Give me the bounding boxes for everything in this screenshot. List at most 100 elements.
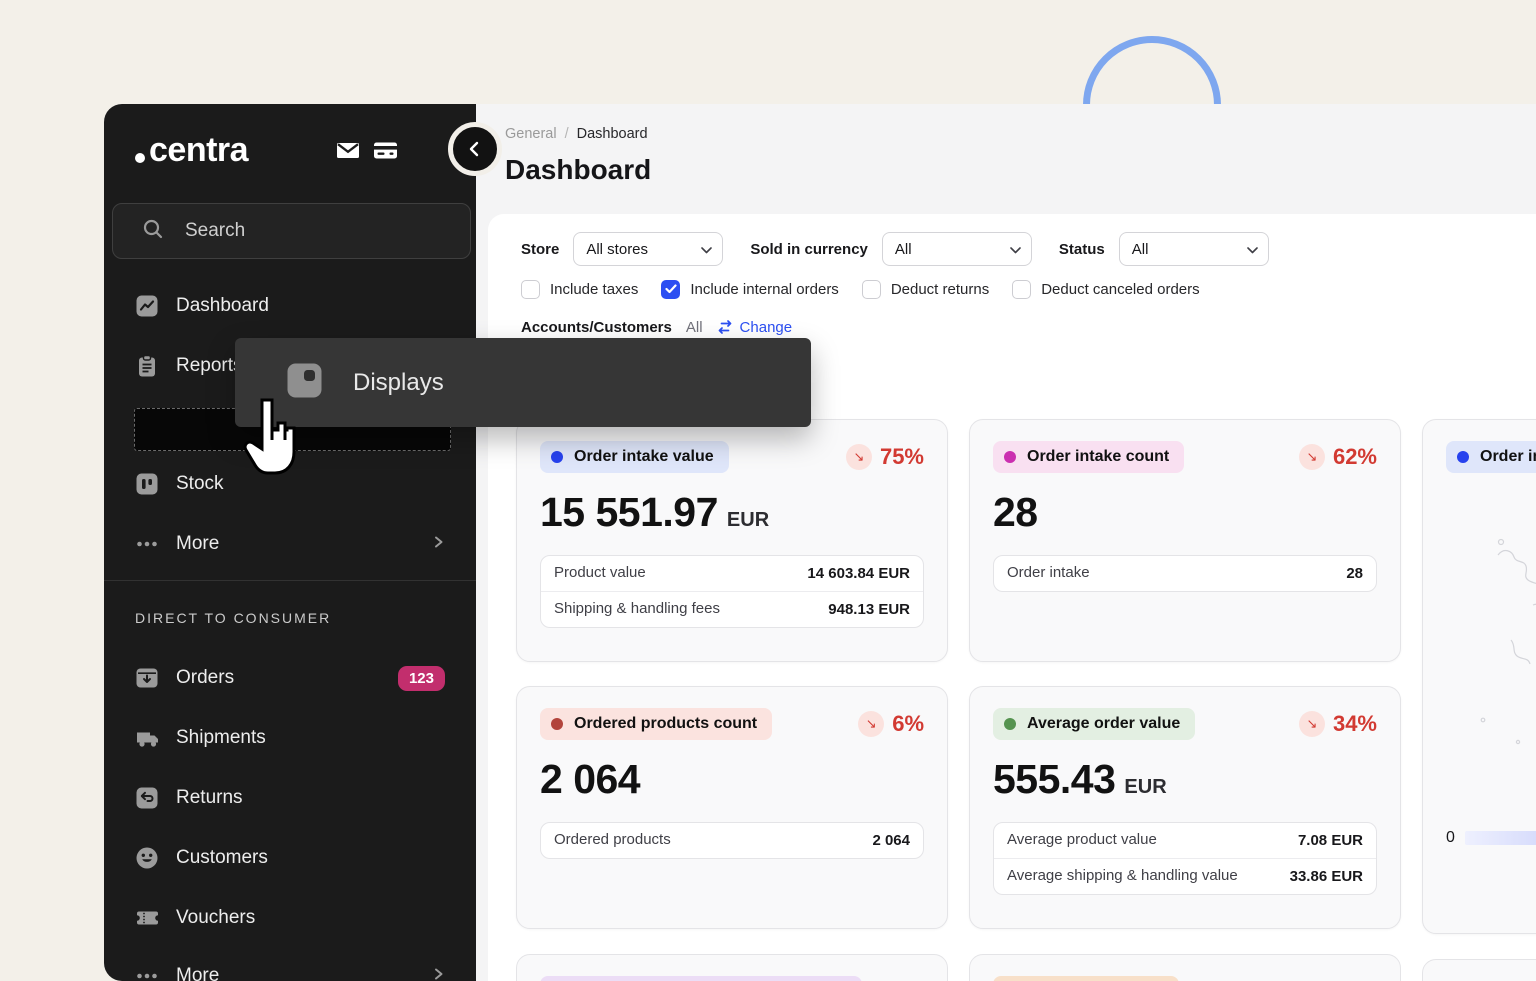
order-box-icon xyxy=(135,666,159,690)
sidebar-item-label: Orders xyxy=(176,667,234,689)
trend-down-icon: ↘ xyxy=(858,711,884,737)
delta-percent: 34% xyxy=(1333,711,1377,737)
world-map xyxy=(1423,510,1536,823)
currency-select[interactable]: All xyxy=(882,232,1032,266)
checkbox-label: Include internal orders xyxy=(690,281,838,298)
app-window: centra Search Dashboard xyxy=(104,104,1536,981)
card-ordered-products-count: Ordered products count ↘ 6% 2 064 Ordere… xyxy=(516,686,948,929)
store-select[interactable]: All stores xyxy=(573,232,723,266)
sidebar-item-dashboard[interactable]: Dashboard xyxy=(104,292,476,320)
page-title: Dashboard xyxy=(505,154,651,186)
card-order-intake-map: Order intake value xyxy=(1422,419,1536,934)
chart-icon xyxy=(135,294,159,318)
chevron-down-icon xyxy=(1010,241,1021,258)
metric-badge: Order intake count xyxy=(993,441,1184,473)
stock-icon xyxy=(135,472,159,496)
checkbox-box xyxy=(1012,280,1031,299)
table-row: Shipping & handling fees 948.13 EUR xyxy=(541,591,923,627)
status-select[interactable]: All xyxy=(1119,232,1269,266)
delta-percent: 6% xyxy=(892,711,924,737)
trend-down-icon: ↘ xyxy=(1299,444,1325,470)
sidebar: centra Search Dashboard xyxy=(104,104,476,981)
status-select-value: All xyxy=(1132,241,1149,258)
accounts-value: All xyxy=(686,319,703,336)
truck-icon xyxy=(135,726,159,750)
breadcrumb-general[interactable]: General xyxy=(505,126,557,142)
chevron-right-icon xyxy=(432,967,445,981)
dots-icon xyxy=(135,964,159,981)
sidebar-item-returns[interactable]: Returns xyxy=(104,784,476,812)
smiley-icon xyxy=(135,846,159,870)
row-value: 33.86 EUR xyxy=(1290,868,1363,885)
sidebar-item-more-dtc[interactable]: More xyxy=(104,962,476,981)
store-select-value: All stores xyxy=(586,241,648,258)
change-accounts-link[interactable]: Change xyxy=(717,319,793,336)
chevron-left-icon xyxy=(465,139,485,159)
row-label: Product value xyxy=(554,564,646,583)
card-partial-left xyxy=(516,954,948,981)
metric-badge: Average order value xyxy=(993,708,1195,740)
table-row: Product value 14 603.84 EUR xyxy=(541,556,923,591)
scale-min-label: 0 xyxy=(1446,829,1455,847)
search-input[interactable]: Search xyxy=(112,203,471,259)
trend-down-icon: ↘ xyxy=(846,444,872,470)
metric-badge xyxy=(993,976,1179,981)
checkbox-include-taxes[interactable]: Include taxes xyxy=(521,280,638,299)
metric-badge: Order intake value xyxy=(540,441,729,473)
filter-bar: Store All stores Sold in currency All St… xyxy=(521,232,1296,266)
accounts-filter: Accounts/Customers All Change xyxy=(521,317,792,337)
sidebar-item-label: More xyxy=(176,533,219,555)
dragged-item-displays[interactable]: Displays xyxy=(235,338,811,427)
table-row: Ordered products 2 064 xyxy=(541,823,923,858)
metric-label: Order intake count xyxy=(1027,448,1169,466)
sidebar-item-label: Shipments xyxy=(176,727,266,749)
metric-label: Order intake value xyxy=(574,448,714,466)
card-partial-right xyxy=(969,954,1401,981)
section-label-direct-to-consumer: DIRECT TO CONSUMER xyxy=(135,610,331,626)
sidebar-collapse-button[interactable] xyxy=(448,122,502,176)
sidebar-item-label: Reports xyxy=(176,355,243,377)
sidebar-divider xyxy=(104,580,476,581)
sidebar-item-shipments[interactable]: Shipments xyxy=(104,724,476,752)
delta-percent: 62% xyxy=(1333,444,1377,470)
sidebar-item-label: Stock xyxy=(176,473,224,495)
billing-card-icon[interactable] xyxy=(372,138,396,162)
metric-dot-icon xyxy=(1004,451,1016,463)
checkbox-deduct-canceled-orders[interactable]: Deduct canceled orders xyxy=(1012,280,1199,299)
sidebar-item-orders[interactable]: Orders 123 xyxy=(104,664,476,692)
delta-percent: 75% xyxy=(880,444,924,470)
breakdown-table: Order intake 28 xyxy=(993,555,1377,592)
sidebar-item-label: Customers xyxy=(176,847,268,869)
sidebar-item-more[interactable]: More xyxy=(104,530,476,558)
metric-value: 28 xyxy=(993,489,1038,536)
table-row: Average shipping & handling value 33.86 … xyxy=(994,858,1376,894)
metric-unit: EUR xyxy=(1124,776,1166,799)
checkbox-label: Deduct canceled orders xyxy=(1041,281,1199,298)
change-label: Change xyxy=(740,319,793,336)
metric-badge: Ordered products count xyxy=(540,708,772,740)
checkbox-deduct-returns[interactable]: Deduct returns xyxy=(862,280,989,299)
metric-dot-icon xyxy=(1004,718,1016,730)
row-label: Average product value xyxy=(1007,831,1157,850)
sidebar-item-vouchers[interactable]: Vouchers xyxy=(104,904,476,932)
main-content: General / Dashboard Dashboard Store All … xyxy=(476,104,1536,981)
metric-label: Ordered products count xyxy=(574,715,757,733)
sidebar-item-customers[interactable]: Customers xyxy=(104,844,476,872)
sidebar-item-label: Returns xyxy=(176,787,243,809)
table-row: Order intake 28 xyxy=(994,556,1376,591)
sidebar-item-label: Dashboard xyxy=(176,295,269,317)
return-arrow-icon xyxy=(135,786,159,810)
mail-icon[interactable] xyxy=(335,138,359,162)
metric-badge xyxy=(540,976,862,981)
swap-icon xyxy=(717,320,733,334)
checkbox-include-internal-orders[interactable]: Include internal orders xyxy=(661,280,838,299)
dragged-item-label: Displays xyxy=(353,369,444,397)
row-value: 7.08 EUR xyxy=(1298,832,1363,849)
row-label: Average shipping & handling value xyxy=(1007,867,1238,886)
metric-label: Average order value xyxy=(1027,715,1180,733)
delta-indicator: ↘ 62% xyxy=(1299,444,1377,470)
metric-dot-icon xyxy=(1457,451,1469,463)
metric-unit: EUR xyxy=(727,509,769,532)
card-average-order-value: Average order value ↘ 34% 555.43 EUR Ave… xyxy=(969,686,1401,929)
table-row: Average product value 7.08 EUR xyxy=(994,823,1376,858)
